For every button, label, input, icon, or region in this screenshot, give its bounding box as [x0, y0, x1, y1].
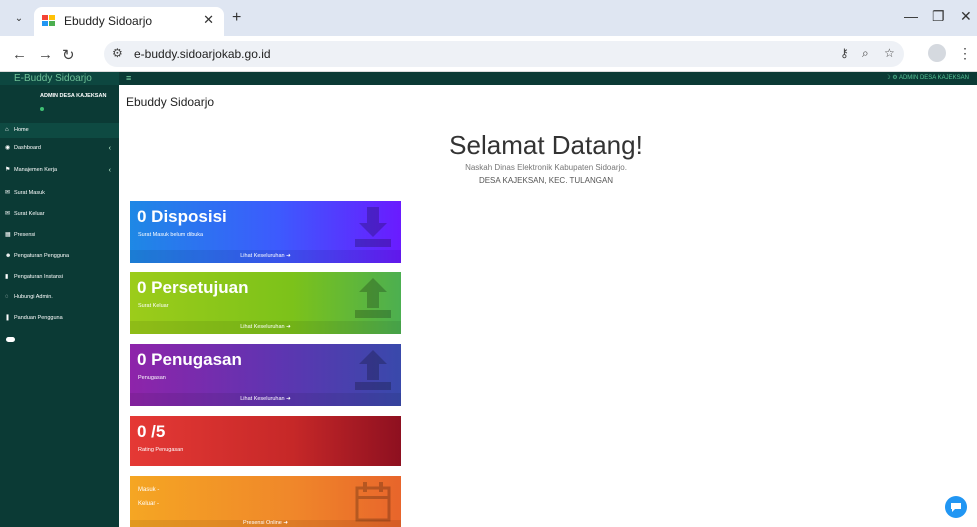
sidebar-item-pengaturan-instansi[interactable]: ▮ Pengaturan Instansi — [0, 270, 119, 285]
envelope-icon: ✉ — [5, 211, 11, 217]
arrow-circle-right-icon: ➜ — [283, 520, 288, 526]
building-icon: ▮ — [5, 274, 9, 280]
sidebar-item-surat-masuk[interactable]: ✉ Surat Masuk — [0, 186, 119, 201]
rating-subtitle: Rating Penugasan — [138, 447, 184, 453]
rating-value: 0 /5 — [137, 422, 166, 441]
user-panel: ADMIN DESA KAJEKSAN — [0, 85, 119, 122]
chevron-left-icon: ‹ — [108, 167, 111, 174]
restore-button[interactable]: ❐ — [932, 8, 945, 25]
dark-mode-toggle[interactable] — [6, 337, 15, 342]
profile-avatar[interactable] — [928, 44, 946, 62]
minimize-button[interactable]: — — [904, 8, 918, 24]
tab-title: Ebuddy Sidoarjo — [64, 14, 153, 28]
book-icon: ❚ — [5, 315, 11, 321]
flag-icon: ⚑ — [5, 167, 11, 173]
envelope-icon: ✉ — [5, 190, 11, 196]
new-tab-button[interactable]: + — [232, 9, 241, 27]
close-window-button[interactable]: ✕ — [960, 8, 972, 25]
sidebar-item-manajemen-kerja[interactable]: ⚑ Manajemen Kerja ‹ — [0, 163, 119, 178]
rating-card: 0 /5 Rating Penugasan — [130, 416, 401, 466]
persetujuan-card: 0 Persetujuan Surat Keluar Lihat Keselur… — [130, 272, 401, 334]
calendar-icon: ▦ — [5, 232, 11, 238]
sidebar-item-pengaturan-pengguna[interactable]: ☻ Pengaturan Pengguna — [0, 249, 119, 264]
back-button[interactable]: ← — [12, 46, 27, 63]
presensi-card: Masuk - Keluar - Presensi Online ➜ — [130, 476, 401, 527]
page-title: Ebuddy Sidoarjo — [126, 95, 215, 109]
users-icon: ☻ — [5, 253, 12, 259]
zoom-icon[interactable]: ⌕ — [862, 46, 869, 61]
disposisi-card: 0 Disposisi Surat Masuk belum dibuka Lih… — [130, 201, 401, 263]
download-icon — [355, 207, 391, 247]
browser-toolbar: ← → ↻ ⚙ e-buddy.sidoarjokab.go.id ⚷ ⌕ ☆ … — [0, 36, 977, 72]
browser-tab-bar: ⌄ Ebuddy Sidoarjo ✕ + — ❐ ✕ — [0, 0, 977, 36]
online-status-icon — [40, 107, 44, 111]
tab-close-icon[interactable]: ✕ — [203, 12, 214, 28]
home-icon: ⌂ — [5, 127, 9, 133]
upload-icon — [355, 278, 391, 318]
presensi-online-link[interactable]: Presensi Online ➜ — [130, 520, 401, 527]
penugasan-count: 0 Penugasan — [137, 350, 242, 369]
header-user-menu[interactable]: ☽ ⚙ ADMIN DESA KAJEKSAN — [885, 72, 969, 85]
sidebar-user-name: ADMIN DESA KAJEKSAN — [40, 93, 107, 99]
tab-search-button[interactable]: ⌄ — [10, 10, 28, 28]
site-favicon-icon — [42, 15, 56, 27]
url-text: e-buddy.sidoarjokab.go.id — [134, 47, 271, 61]
whatsapp-icon: ◌ — [5, 294, 9, 300]
persetujuan-count: 0 Persetujuan — [137, 278, 249, 297]
calendar-icon — [355, 482, 391, 522]
presensi-masuk: Masuk - — [138, 487, 160, 493]
upload-icon — [355, 350, 391, 390]
forward-button[interactable]: → — [38, 46, 53, 63]
user-moon-icon: ☽ ⚙ — [885, 75, 899, 81]
browser-tab[interactable]: Ebuddy Sidoarjo ✕ — [34, 7, 224, 36]
presensi-keluar: Keluar - — [138, 501, 160, 507]
arrow-circle-right-icon: ➜ — [286, 253, 291, 259]
app-header: E-Buddy Sidoarjo ≡ ☽ ⚙ ADMIN DESA KAJEKS… — [0, 72, 977, 85]
user-avatar-icon — [12, 105, 24, 111]
browser-menu-icon[interactable]: ⋮ — [958, 45, 972, 62]
sidebar-item-presensi[interactable]: ▦ Presensi — [0, 228, 119, 243]
address-bar[interactable]: ⚙ e-buddy.sidoarjokab.go.id ⚷ ⌕ ☆ — [104, 41, 904, 67]
penugasan-card: 0 Penugasan Penugasan Lihat Keseluruhan … — [130, 344, 401, 406]
welcome-subtitle: Naskah Dinas Elektronik Kabupaten Sidoar… — [465, 163, 627, 172]
disposisi-count: 0 Disposisi — [137, 207, 227, 226]
chat-bubble-button[interactable] — [945, 496, 967, 518]
sidebar-item-surat-keluar[interactable]: ✉ Surat Keluar — [0, 207, 119, 222]
chat-icon — [951, 503, 961, 512]
chevron-left-icon: ‹ — [108, 145, 111, 152]
site-info-icon[interactable]: ⚙ — [112, 46, 123, 60]
persetujuan-subtitle: Surat Keluar — [138, 303, 169, 309]
penugasan-view-all-link[interactable]: Lihat Keseluruhan ➜ — [130, 393, 401, 406]
penugasan-subtitle: Penugasan — [138, 375, 166, 381]
disposisi-view-all-link[interactable]: Lihat Keseluruhan ➜ — [130, 250, 401, 263]
sidebar: ADMIN DESA KAJEKSAN ⌂ Home ◉ Dashboard ‹… — [0, 85, 119, 527]
dashboard-icon: ◉ — [5, 145, 11, 151]
hamburger-menu-icon[interactable]: ≡ — [126, 72, 131, 85]
disposisi-subtitle: Surat Masuk belum dibuka — [138, 232, 204, 238]
welcome-title: Selamat Datang! — [449, 130, 643, 160]
sidebar-item-home[interactable]: ⌂ Home — [0, 123, 119, 138]
reload-button[interactable]: ↻ — [62, 46, 75, 64]
welcome-location: DESA KAJEKSAN, KEC. TULANGAN — [478, 176, 614, 185]
brand-logo[interactable]: E-Buddy Sidoarjo — [0, 72, 119, 85]
sidebar-item-hubungi-admin[interactable]: ◌ Hubungi Admin. — [0, 290, 119, 305]
password-key-icon[interactable]: ⚷ — [840, 46, 849, 60]
welcome-section: Selamat Datang! Naskah Dinas Elektronik … — [380, 130, 712, 185]
arrow-circle-right-icon: ➜ — [286, 396, 291, 402]
arrow-circle-right-icon: ➜ — [286, 324, 291, 330]
persetujuan-view-all-link[interactable]: Lihat Keseluruhan ➜ — [130, 321, 401, 334]
sidebar-item-panduan-pengguna[interactable]: ❚ Panduan Pengguna — [0, 311, 119, 326]
sidebar-item-dashboard[interactable]: ◉ Dashboard ‹ — [0, 141, 119, 156]
bookmark-star-icon[interactable]: ☆ — [884, 46, 895, 60]
